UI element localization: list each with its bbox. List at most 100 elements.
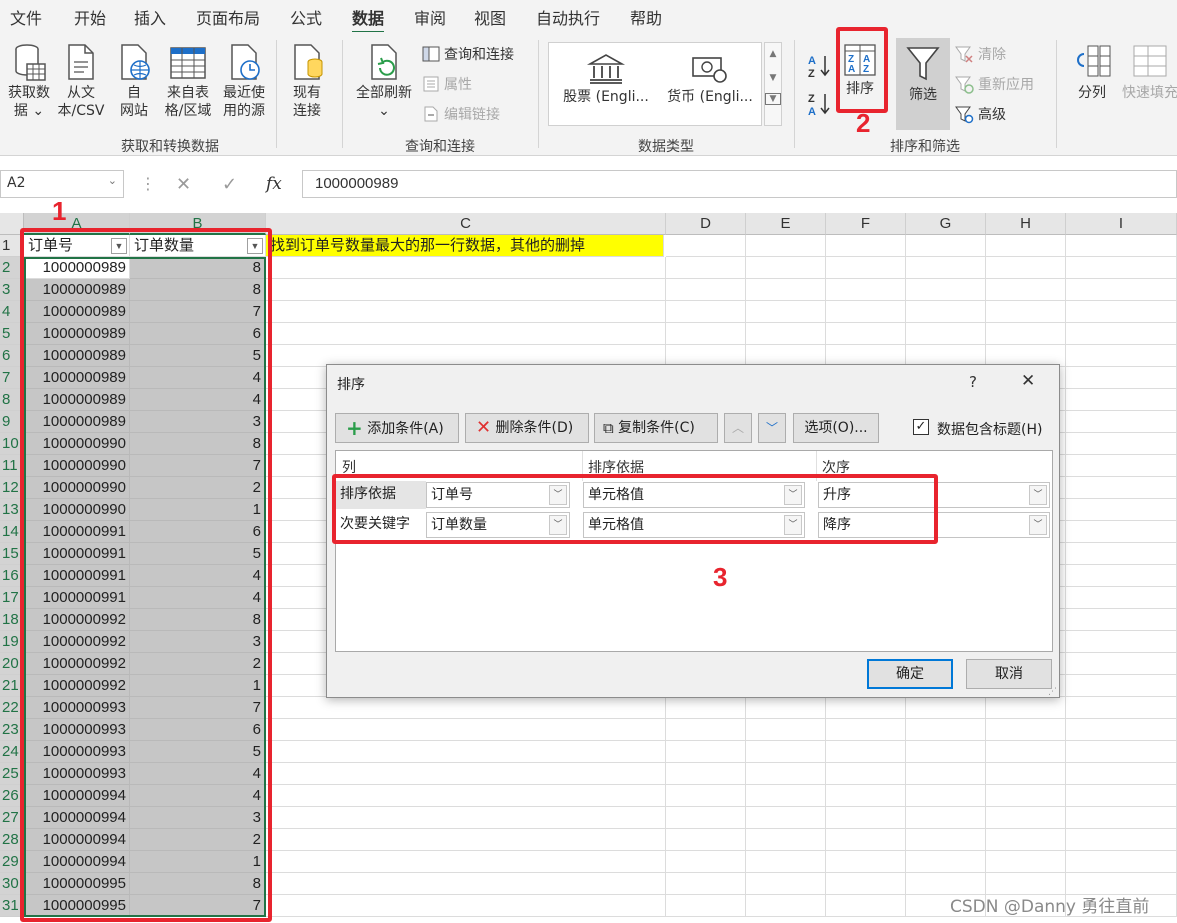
cell[interactable] xyxy=(266,301,666,323)
existing-connections-button[interactable]: 现有 连接 xyxy=(284,42,330,120)
cell[interactable] xyxy=(986,807,1066,829)
add-level-button[interactable]: + 添加条件(A) xyxy=(335,413,459,443)
cell[interactable] xyxy=(1066,455,1177,477)
cell[interactable] xyxy=(1066,499,1177,521)
row-header[interactable]: 12 xyxy=(0,477,22,499)
properties-button[interactable]: 属性 xyxy=(422,74,472,94)
cell[interactable] xyxy=(266,279,666,301)
clear-filter-button[interactable]: 清除 xyxy=(954,44,1006,64)
cell[interactable] xyxy=(1066,719,1177,741)
tab-review[interactable]: 审阅 xyxy=(414,5,446,29)
row-header[interactable]: 16 xyxy=(0,565,22,587)
cell[interactable] xyxy=(746,697,826,719)
row-header[interactable]: 21 xyxy=(0,675,22,697)
cell[interactable] xyxy=(986,785,1066,807)
move-down-button[interactable]: ﹀ xyxy=(758,413,786,443)
cell[interactable] xyxy=(746,873,826,895)
cell[interactable] xyxy=(986,719,1066,741)
cell[interactable] xyxy=(266,323,666,345)
cell[interactable] xyxy=(1066,257,1177,279)
row-header[interactable]: 18 xyxy=(0,609,22,631)
cell[interactable] xyxy=(906,829,986,851)
cell[interactable] xyxy=(666,851,746,873)
cell[interactable] xyxy=(266,829,666,851)
cell[interactable] xyxy=(666,807,746,829)
cell[interactable] xyxy=(906,719,986,741)
row-header[interactable]: 7 xyxy=(0,367,22,389)
row-header[interactable]: 13 xyxy=(0,499,22,521)
cell[interactable] xyxy=(826,697,906,719)
tab-formulas[interactable]: 公式 xyxy=(290,5,322,29)
cell[interactable] xyxy=(666,785,746,807)
cell[interactable] xyxy=(826,895,906,917)
cell[interactable] xyxy=(1066,389,1177,411)
row-header[interactable]: 4 xyxy=(0,301,22,323)
formula-input[interactable]: 1000000989 xyxy=(302,170,1177,198)
cell[interactable] xyxy=(1066,697,1177,719)
row-header[interactable]: 25 xyxy=(0,763,22,785)
column-header-d[interactable]: D xyxy=(666,213,746,235)
cell[interactable] xyxy=(1066,807,1177,829)
delete-level-button[interactable]: ✕ 删除条件(D) xyxy=(465,413,589,443)
cell[interactable] xyxy=(1066,785,1177,807)
column-header-f[interactable]: F xyxy=(826,213,906,235)
cell[interactable] xyxy=(826,785,906,807)
cell[interactable] xyxy=(1066,829,1177,851)
cell[interactable] xyxy=(266,785,666,807)
edit-links-button[interactable]: 编辑链接 xyxy=(422,104,500,124)
scroll-down-icon[interactable]: ▼ xyxy=(765,73,781,83)
cell[interactable] xyxy=(1066,279,1177,301)
row-header[interactable]: 9 xyxy=(0,411,22,433)
filter-button[interactable]: 筛选 xyxy=(896,38,950,130)
cell[interactable] xyxy=(1066,477,1177,499)
cell[interactable] xyxy=(986,697,1066,719)
cell[interactable] xyxy=(1066,323,1177,345)
tab-view[interactable]: 视图 xyxy=(474,5,506,29)
row-header[interactable]: 11 xyxy=(0,455,22,477)
cell[interactable] xyxy=(986,763,1066,785)
cell[interactable] xyxy=(266,873,666,895)
row-header[interactable]: 23 xyxy=(0,719,22,741)
cell[interactable] xyxy=(666,697,746,719)
tab-automate[interactable]: 自动执行 xyxy=(536,5,600,29)
row-header[interactable]: 27 xyxy=(0,807,22,829)
row-header[interactable]: 26 xyxy=(0,785,22,807)
cell[interactable] xyxy=(906,741,986,763)
name-box[interactable]: A2 ⌄ xyxy=(0,170,124,198)
sort-descending-button[interactable]: ZA xyxy=(806,90,832,118)
queries-connections-button[interactable]: 查询和连接 xyxy=(422,44,514,64)
cell[interactable] xyxy=(746,301,826,323)
row-header[interactable]: 17 xyxy=(0,587,22,609)
move-up-button[interactable]: ︿ xyxy=(724,413,752,443)
cell[interactable] xyxy=(746,323,826,345)
row-header[interactable]: 5 xyxy=(0,323,22,345)
cell[interactable] xyxy=(746,279,826,301)
row-header[interactable]: 29 xyxy=(0,851,22,873)
cell[interactable] xyxy=(1066,345,1177,367)
cell[interactable] xyxy=(1066,741,1177,763)
cell[interactable] xyxy=(666,763,746,785)
tab-file[interactable]: 文件 xyxy=(10,5,42,29)
ok-button[interactable]: 确定 xyxy=(867,659,953,689)
cell[interactable] xyxy=(1066,543,1177,565)
note-cell[interactable]: 找到订单号数量最大的那一行数据，其他的删掉 xyxy=(266,235,664,257)
row-header[interactable]: 24 xyxy=(0,741,22,763)
cell[interactable] xyxy=(826,851,906,873)
tab-home[interactable]: 开始 xyxy=(74,5,106,29)
column-header-h[interactable]: H xyxy=(986,213,1066,235)
cell[interactable] xyxy=(746,785,826,807)
cell[interactable] xyxy=(746,235,826,257)
cell[interactable] xyxy=(1066,763,1177,785)
cell[interactable] xyxy=(266,741,666,763)
advanced-filter-button[interactable]: 高级 xyxy=(954,104,1006,124)
cell[interactable] xyxy=(906,257,986,279)
help-icon[interactable]: ? xyxy=(969,373,977,391)
cell[interactable] xyxy=(906,235,986,257)
cell[interactable] xyxy=(906,785,986,807)
cell[interactable] xyxy=(746,763,826,785)
close-icon[interactable]: ✕ xyxy=(1021,371,1035,391)
cell[interactable] xyxy=(746,851,826,873)
cell[interactable] xyxy=(826,719,906,741)
cell[interactable] xyxy=(1066,851,1177,873)
cell[interactable] xyxy=(1066,587,1177,609)
